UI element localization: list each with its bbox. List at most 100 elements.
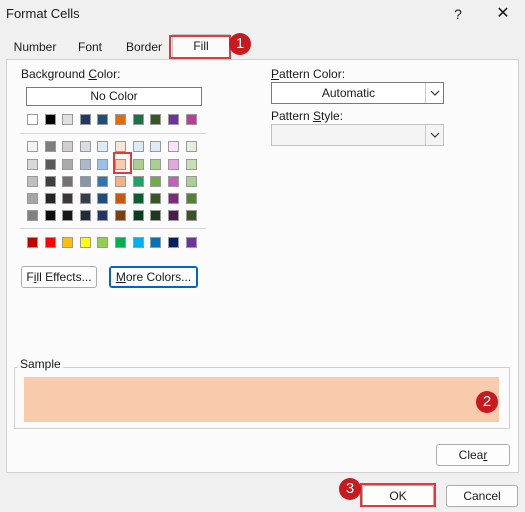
tint-color-swatch[interactable] xyxy=(80,141,91,152)
more-colors-button[interactable]: More Colors... xyxy=(109,266,198,288)
theme-color-swatch[interactable] xyxy=(168,114,179,125)
tint-color-swatch[interactable] xyxy=(133,210,144,221)
palette-separator xyxy=(20,228,206,229)
standard-color-swatch[interactable] xyxy=(62,237,73,248)
theme-color-swatch[interactable] xyxy=(115,114,126,125)
theme-color-swatch[interactable] xyxy=(133,114,144,125)
tint-color-swatch[interactable] xyxy=(115,176,126,187)
tint-color-swatch[interactable] xyxy=(133,193,144,204)
theme-color-swatch[interactable] xyxy=(150,114,161,125)
tint-color-swatch[interactable] xyxy=(62,210,73,221)
window-title: Format Cells xyxy=(6,6,80,21)
tint-color-swatch[interactable] xyxy=(133,141,144,152)
tint-color-swatch[interactable] xyxy=(115,210,126,221)
tint-color-swatch[interactable] xyxy=(45,176,56,187)
tint-color-swatch[interactable] xyxy=(27,141,38,152)
tint-color-swatch[interactable] xyxy=(150,141,161,152)
step-3-badge: 3 xyxy=(339,478,361,500)
standard-color-swatch[interactable] xyxy=(27,237,38,248)
tint-color-swatch[interactable] xyxy=(186,176,197,187)
tint-color-swatch[interactable] xyxy=(115,141,126,152)
tint-color-swatch[interactable] xyxy=(45,210,56,221)
pattern-color-value: Automatic xyxy=(321,86,376,100)
tint-color-swatch[interactable] xyxy=(97,159,108,170)
chevron-down-icon xyxy=(425,83,443,103)
tint-color-swatch[interactable] xyxy=(45,141,56,152)
theme-color-swatch[interactable] xyxy=(62,114,73,125)
tint-color-swatch[interactable] xyxy=(27,159,38,170)
tint-color-swatch[interactable] xyxy=(115,193,126,204)
ok-button-highlight xyxy=(360,483,436,507)
pattern-style-select[interactable] xyxy=(271,124,444,146)
background-color-label: Background Color: xyxy=(21,67,121,81)
standard-color-swatch[interactable] xyxy=(186,237,197,248)
tint-color-swatch[interactable] xyxy=(168,193,179,204)
no-color-button[interactable]: No Color xyxy=(26,87,202,106)
chevron-down-icon xyxy=(425,125,443,145)
sample-label: Sample xyxy=(18,357,63,371)
pattern-color-select[interactable]: Automatic xyxy=(271,82,444,104)
step-2-badge: 2 xyxy=(476,391,498,413)
tint-color-swatch[interactable] xyxy=(27,176,38,187)
sample-preview xyxy=(24,377,499,422)
pattern-color-label: Pattern Color: xyxy=(271,67,346,81)
tint-color-swatch[interactable] xyxy=(45,193,56,204)
theme-color-swatch[interactable] xyxy=(186,114,197,125)
fill-effects-button[interactable]: Fill Effects... xyxy=(21,266,97,288)
step-1-badge: 1 xyxy=(229,33,251,55)
tint-color-swatch[interactable] xyxy=(80,210,91,221)
standard-color-swatch[interactable] xyxy=(45,237,56,248)
tint-color-swatch[interactable] xyxy=(133,176,144,187)
tab-fill-highlight xyxy=(169,35,231,59)
tint-color-swatch[interactable] xyxy=(62,176,73,187)
tint-color-swatch[interactable] xyxy=(186,193,197,204)
theme-color-swatch[interactable] xyxy=(45,114,56,125)
tint-color-swatch[interactable] xyxy=(62,193,73,204)
title-bar: Format Cells ? ✕ xyxy=(0,0,525,30)
tint-color-swatch[interactable] xyxy=(62,141,73,152)
tint-color-swatch[interactable] xyxy=(168,141,179,152)
tint-color-swatch[interactable] xyxy=(97,141,108,152)
tint-color-swatch[interactable] xyxy=(150,193,161,204)
clear-button[interactable]: Clear xyxy=(436,444,510,466)
theme-color-swatch[interactable] xyxy=(27,114,38,125)
theme-color-swatch[interactable] xyxy=(80,114,91,125)
standard-color-swatch[interactable] xyxy=(115,237,126,248)
tint-color-swatch[interactable] xyxy=(186,210,197,221)
cancel-button[interactable]: Cancel xyxy=(446,485,518,507)
tab-number[interactable]: Number xyxy=(6,36,64,59)
help-button[interactable]: ? xyxy=(443,2,473,26)
standard-color-swatch[interactable] xyxy=(97,237,108,248)
tint-color-swatch[interactable] xyxy=(97,193,108,204)
tint-color-swatch[interactable] xyxy=(133,159,144,170)
tint-color-swatch[interactable] xyxy=(150,176,161,187)
tint-color-swatch[interactable] xyxy=(168,159,179,170)
standard-color-swatch[interactable] xyxy=(150,237,161,248)
selected-color-outline xyxy=(113,152,132,174)
tint-color-swatch[interactable] xyxy=(168,210,179,221)
tab-font[interactable]: Font xyxy=(64,36,116,59)
tint-color-swatch[interactable] xyxy=(150,210,161,221)
standard-color-swatch[interactable] xyxy=(80,237,91,248)
tint-color-swatch[interactable] xyxy=(45,159,56,170)
palette-separator xyxy=(20,133,206,134)
theme-color-swatch[interactable] xyxy=(97,114,108,125)
tint-color-swatch[interactable] xyxy=(80,159,91,170)
tint-color-swatch[interactable] xyxy=(186,141,197,152)
tint-color-swatch[interactable] xyxy=(27,193,38,204)
tint-color-swatch[interactable] xyxy=(97,210,108,221)
standard-color-swatch[interactable] xyxy=(168,237,179,248)
tint-color-swatch[interactable] xyxy=(80,176,91,187)
tint-color-swatch[interactable] xyxy=(97,176,108,187)
close-button[interactable]: ✕ xyxy=(488,2,518,26)
tab-strip: Number Font Border Fill xyxy=(6,34,518,60)
tint-color-swatch[interactable] xyxy=(80,193,91,204)
tint-color-swatch[interactable] xyxy=(62,159,73,170)
tint-color-swatch[interactable] xyxy=(168,176,179,187)
tint-color-swatch[interactable] xyxy=(27,210,38,221)
tint-color-swatch[interactable] xyxy=(186,159,197,170)
tint-color-swatch[interactable] xyxy=(150,159,161,170)
pattern-style-label: Pattern Style: xyxy=(271,109,344,123)
tab-border[interactable]: Border xyxy=(116,36,172,59)
standard-color-swatch[interactable] xyxy=(133,237,144,248)
